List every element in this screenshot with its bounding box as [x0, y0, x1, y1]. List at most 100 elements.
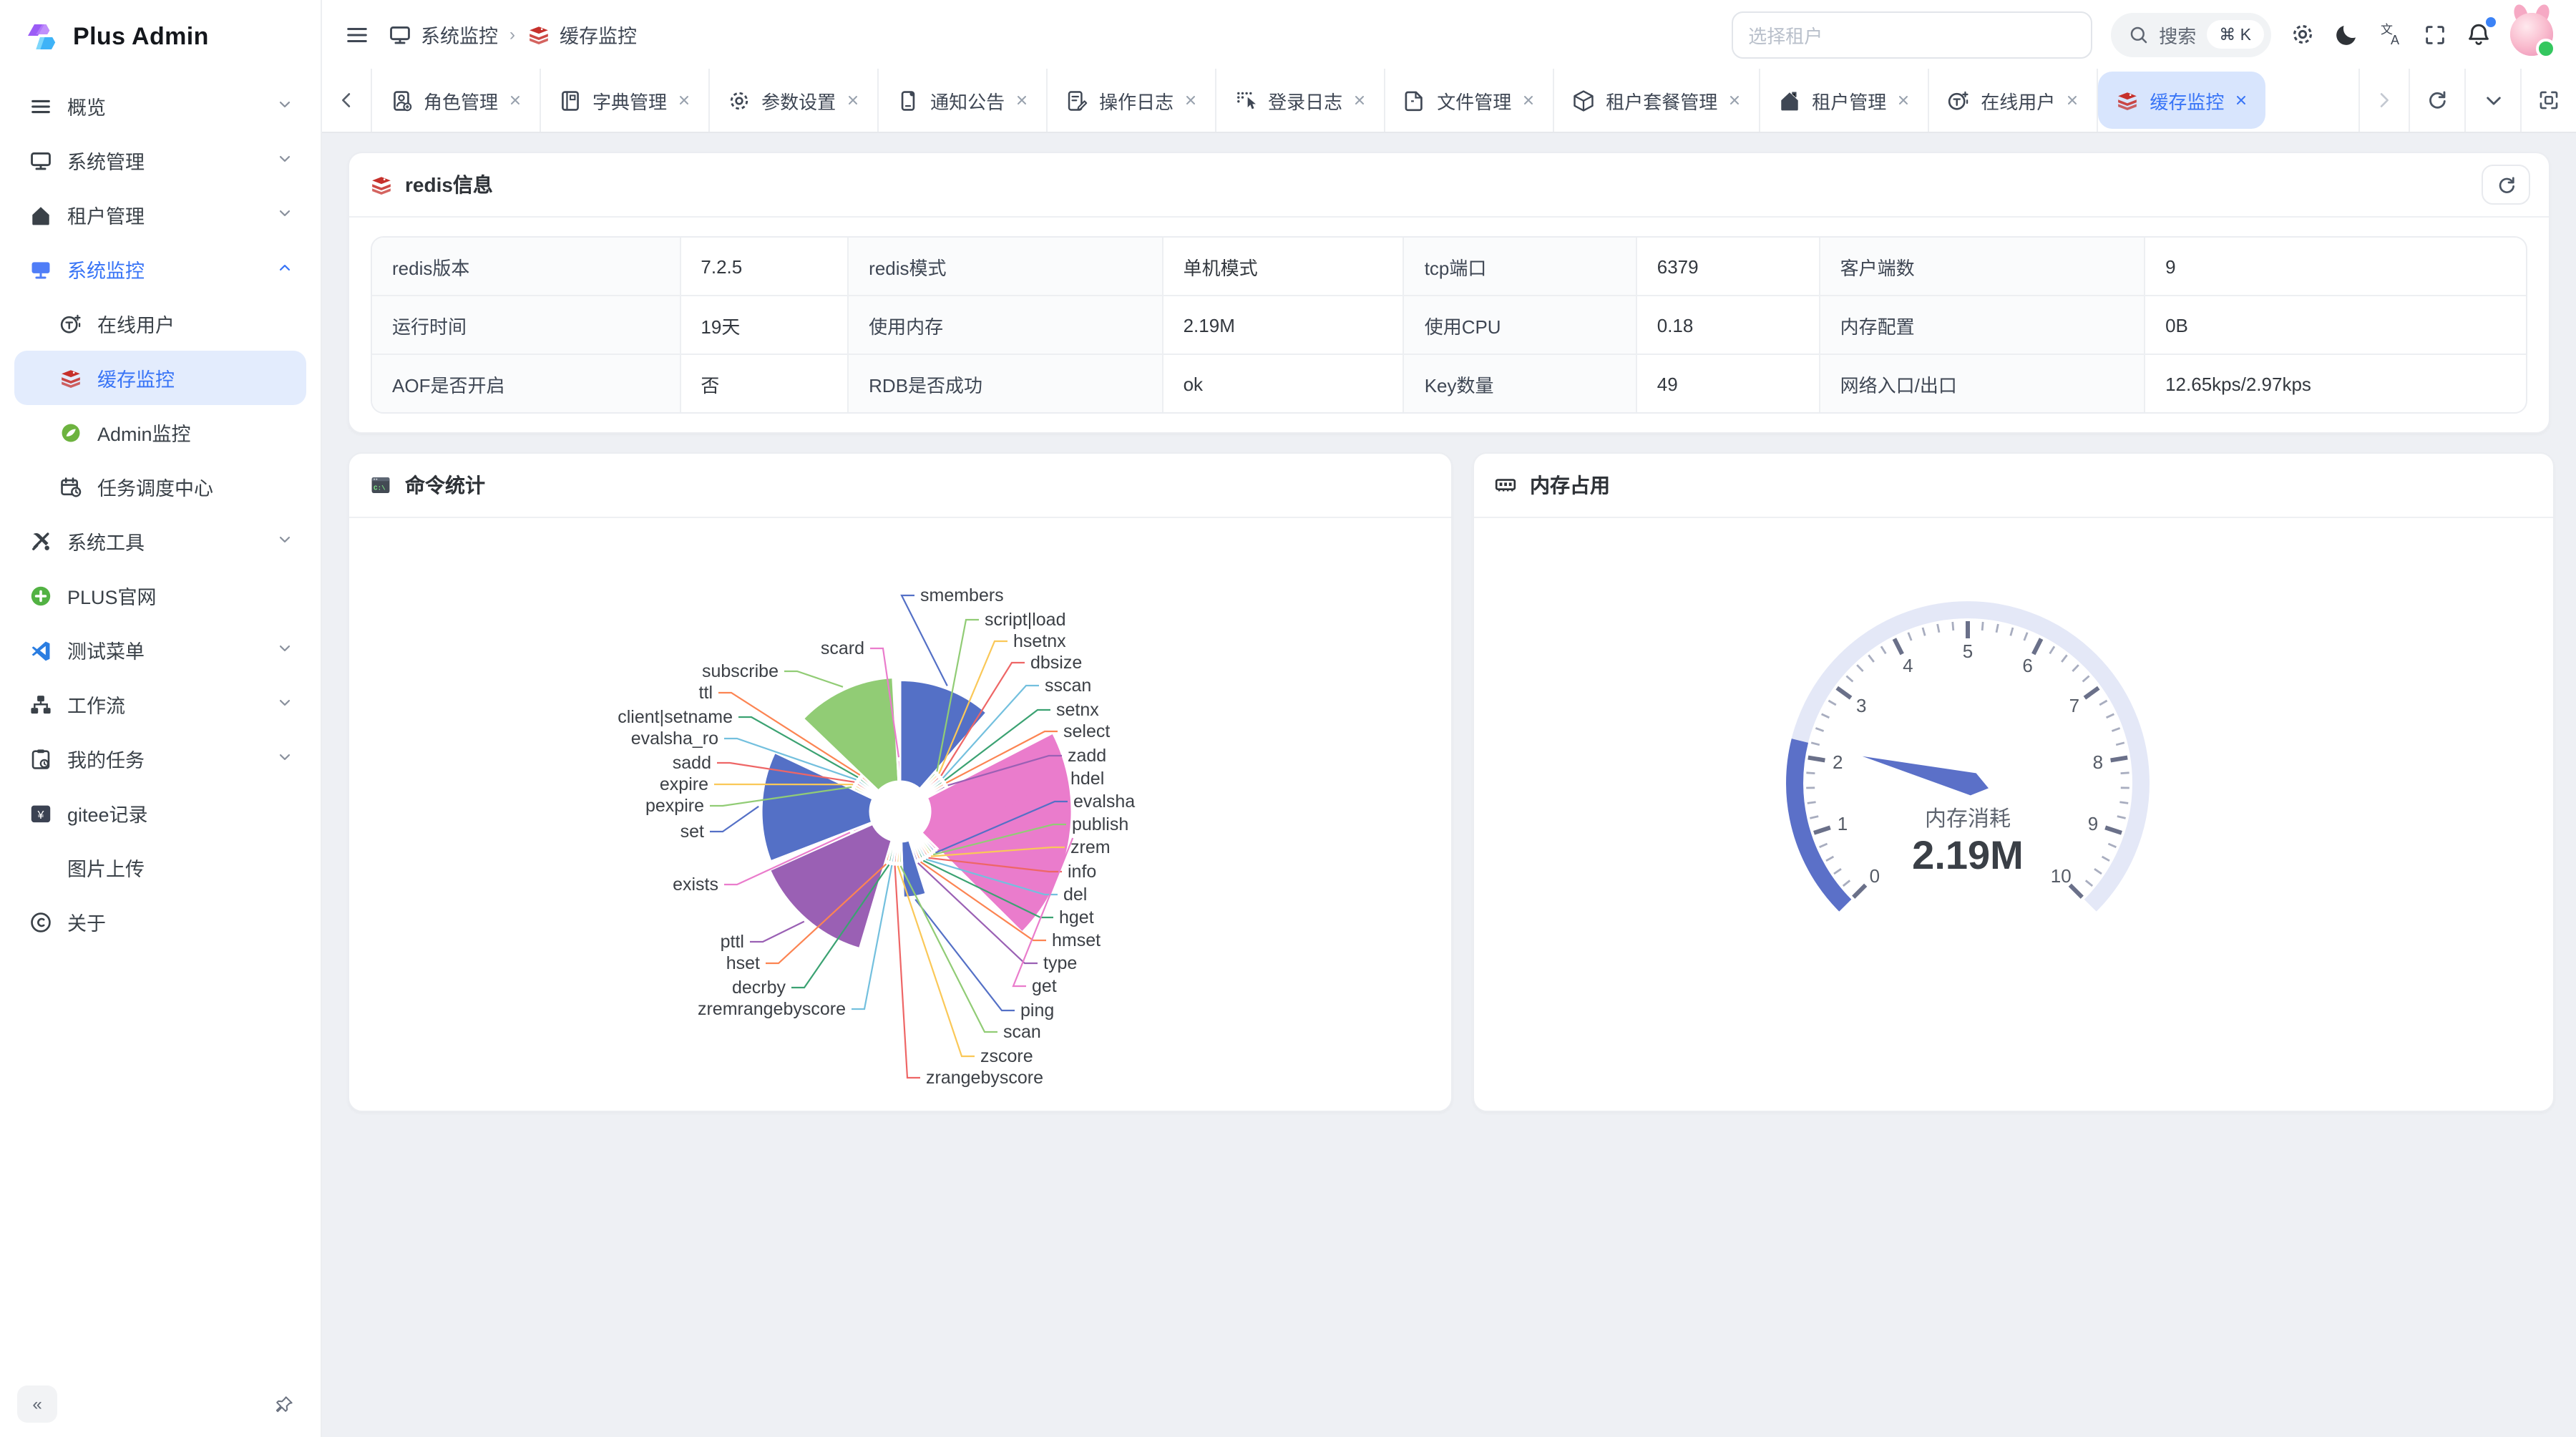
- redis-icon: [369, 172, 393, 197]
- sidebar-item[interactable]: Admin监控: [14, 405, 306, 459]
- gitee-icon: ¥: [28, 801, 52, 825]
- svg-text:zremrangebyscore: zremrangebyscore: [698, 999, 846, 1019]
- tab-close-icon[interactable]: [846, 93, 860, 107]
- tab-label: 角色管理: [424, 87, 498, 114]
- svg-text:del: del: [1063, 885, 1087, 905]
- sidebar-item[interactable]: PLUS官网: [14, 568, 306, 623]
- search-button[interactable]: 搜索 ⌘ K: [2110, 12, 2271, 57]
- chevron-down-icon: [276, 530, 293, 547]
- info-value: 单机模式: [1163, 238, 1404, 296]
- sidebar-item[interactable]: 系统工具: [14, 514, 306, 568]
- tabs-scroll-left-button[interactable]: [322, 69, 372, 132]
- info-label: Key数量: [1404, 354, 1636, 412]
- avatar[interactable]: [2510, 13, 2553, 56]
- tenant-select-input[interactable]: 选择租户: [1731, 11, 2092, 58]
- notifications-bell-icon[interactable]: [2466, 21, 2492, 47]
- sidebar-item[interactable]: 图片上传: [14, 840, 306, 895]
- gear-icon: [727, 88, 751, 112]
- monitor-icon: [28, 148, 52, 172]
- fullscreen-icon[interactable]: [2423, 22, 2447, 47]
- sidebar-item[interactable]: 关于: [14, 895, 306, 949]
- memory-usage-title: 内存占用: [1530, 471, 1610, 500]
- sidebar-item[interactable]: ¥gitee记录: [14, 786, 306, 840]
- sidebar-item-label: 图片上传: [67, 853, 293, 882]
- content-fullscreen-button[interactable]: [2520, 69, 2576, 132]
- tab-close-icon[interactable]: [1896, 93, 1911, 107]
- command-stats-chart: smembersscript|loadhsetnxdbsizesscansetn…: [349, 518, 1448, 1111]
- refresh-button[interactable]: [2482, 165, 2530, 205]
- tab-close-icon[interactable]: [677, 93, 691, 107]
- tab-close-icon[interactable]: [1727, 93, 1742, 107]
- schedule-icon: [58, 474, 82, 499]
- sidebar-item[interactable]: 概览: [14, 79, 306, 133]
- tab-close-icon[interactable]: [2234, 93, 2248, 107]
- tab-menu-chevron-button[interactable]: [2464, 69, 2520, 132]
- sidebar-collapse-button[interactable]: «: [17, 1385, 57, 1423]
- translate-icon[interactable]: 文A: [2379, 21, 2404, 47]
- sidebar-item[interactable]: 我的任务: [14, 731, 306, 786]
- redis-icon: [58, 366, 82, 390]
- svg-text:exists: exists: [673, 875, 718, 895]
- tab-close-icon[interactable]: [2065, 93, 2079, 107]
- svg-text:sadd: sadd: [673, 753, 711, 773]
- sidebar-item[interactable]: 系统监控: [14, 242, 306, 296]
- sidebar-item[interactable]: 在线用户: [14, 296, 306, 351]
- breadcrumb-item[interactable]: 缓存监控: [527, 20, 637, 49]
- tab-close-icon[interactable]: [1352, 93, 1367, 107]
- tab[interactable]: 角色管理: [372, 69, 541, 132]
- sidebar-item-label: 租户管理: [67, 200, 262, 229]
- info-value: 0.18: [1636, 296, 1820, 354]
- chevron-down-icon: [276, 150, 293, 167]
- sidebar-item-label: 系统工具: [67, 527, 262, 555]
- svg-text:1: 1: [1838, 813, 1848, 834]
- plus-circle-icon: [28, 583, 52, 608]
- command-stats-header: C:\ 命令统计: [349, 454, 1451, 518]
- tab-close-icon[interactable]: [1184, 93, 1198, 107]
- sidebar-item[interactable]: 系统管理: [14, 133, 306, 187]
- dark-mode-moon-icon[interactable]: [2334, 21, 2360, 47]
- pin-icon[interactable]: [263, 1385, 303, 1423]
- tab-close-icon[interactable]: [508, 93, 522, 107]
- sidebar-item-label: PLUS官网: [67, 581, 293, 610]
- svg-text:dbsize: dbsize: [1030, 653, 1082, 673]
- vscode-icon: [28, 638, 52, 662]
- sidebar-item[interactable]: 任务调度中心: [14, 459, 306, 514]
- table-row: redis版本7.2.5redis模式单机模式tcp端口6379客户端数9: [372, 238, 2526, 296]
- svg-text:zrangebyscore: zrangebyscore: [926, 1068, 1043, 1088]
- tab-close-icon[interactable]: [1521, 93, 1536, 107]
- settings-gear-icon[interactable]: [2290, 21, 2316, 47]
- sidebar-item-label: Admin监控: [97, 418, 293, 447]
- redis-info-card-header: redis信息: [349, 153, 2549, 218]
- breadcrumb-item[interactable]: 系统监控: [388, 20, 498, 49]
- home-icon: [28, 203, 52, 227]
- sidebar-item[interactable]: 租户管理: [14, 187, 306, 242]
- tab[interactable]: 租户管理: [1760, 69, 1929, 132]
- top-header: 系统监控›缓存监控 选择租户 搜索 ⌘ K 文A: [322, 0, 2576, 69]
- sidebar-item[interactable]: 测试菜单: [14, 623, 306, 677]
- sidebar-item[interactable]: 缓存监控: [14, 351, 306, 405]
- info-value: ok: [1163, 354, 1404, 412]
- sidebar-toggle-icon[interactable]: [345, 22, 369, 47]
- svg-text:ping: ping: [1020, 1000, 1054, 1020]
- tab[interactable]: 登录日志: [1216, 69, 1385, 132]
- tab[interactable]: 通知公告: [879, 69, 1048, 132]
- tab[interactable]: 操作日志: [1048, 69, 1216, 132]
- tab-active[interactable]: 缓存监控: [2098, 72, 2265, 129]
- svg-text:sscan: sscan: [1045, 676, 1091, 696]
- sidebar-item-label: 缓存监控: [97, 364, 293, 392]
- tab[interactable]: 参数设置: [710, 69, 879, 132]
- tab-close-icon[interactable]: [1015, 93, 1029, 107]
- tab[interactable]: 在线用户: [1929, 69, 2098, 132]
- tab[interactable]: 文件管理: [1385, 69, 1554, 132]
- gauge-needle: [1863, 756, 1989, 796]
- dict-icon: [558, 88, 582, 112]
- tab-label: 操作日志: [1099, 87, 1174, 114]
- tabs-scroll-right-button[interactable]: [2358, 69, 2409, 132]
- tab[interactable]: 租户套餐管理: [1554, 69, 1760, 132]
- redis-info-table-wrap: redis版本7.2.5redis模式单机模式tcp端口6379客户端数9运行时…: [371, 236, 2527, 414]
- sidebar-item[interactable]: 工作流: [14, 677, 306, 731]
- logo[interactable]: Plus Admin: [0, 0, 321, 70]
- svg-text:5: 5: [1963, 640, 1973, 662]
- tab-refresh-button[interactable]: [2409, 69, 2464, 132]
- tab[interactable]: 字典管理: [541, 69, 710, 132]
